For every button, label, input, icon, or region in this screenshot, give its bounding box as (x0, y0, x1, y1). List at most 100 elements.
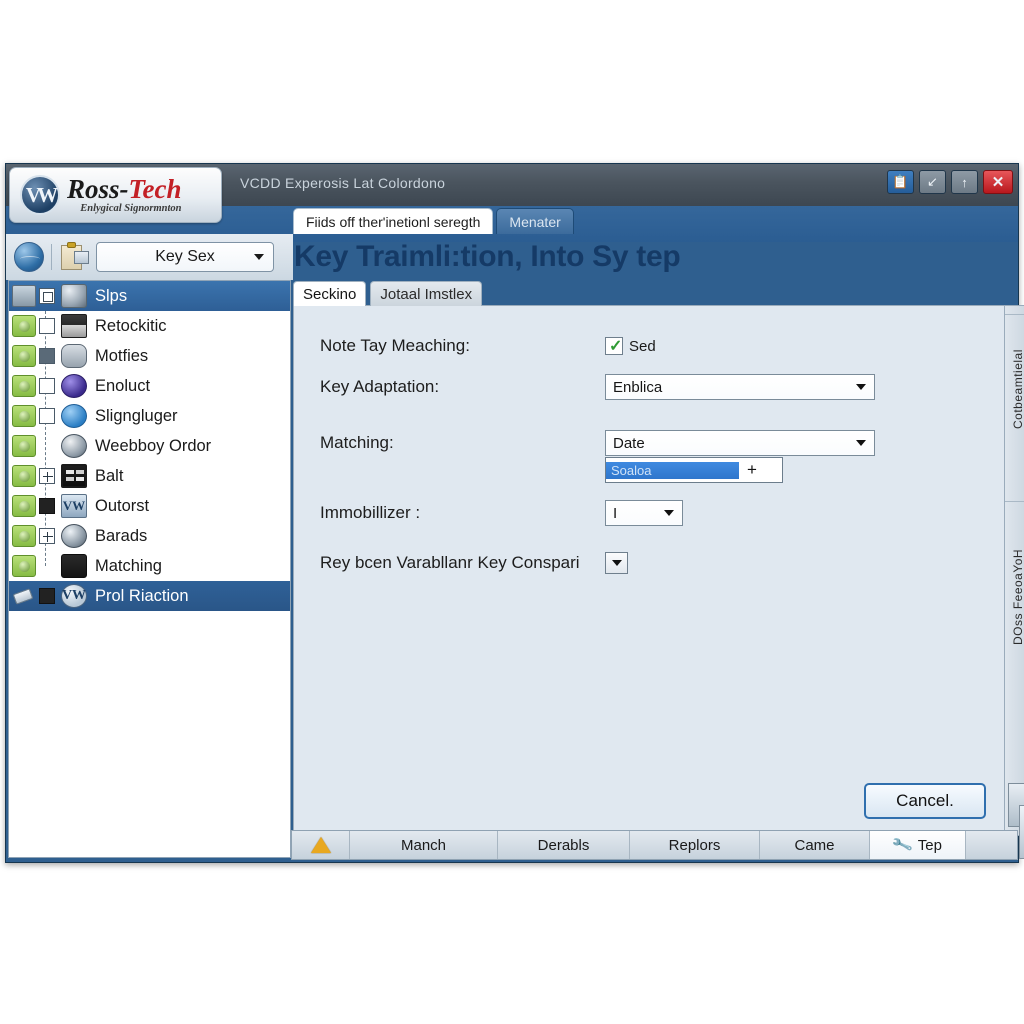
status-tab-manch[interactable]: Manch (350, 831, 498, 859)
tree-item-sligngluger[interactable]: Sligngluger (9, 401, 290, 431)
title-bar: VW Ross-Tech Enlygical Signormnton VCDD … (6, 164, 1018, 223)
tree-item-retockitic[interactable]: Retockitic (9, 311, 290, 341)
ross-tech-logo: VW Ross-Tech Enlygical Signormnton (9, 167, 222, 223)
tree-expander[interactable] (39, 588, 55, 604)
immobillizer-value: I (613, 504, 618, 522)
tree-item-label: Barads (95, 526, 148, 545)
info-icon (61, 404, 87, 428)
status-tab-tep[interactable]: 🔧 Tep (870, 831, 966, 859)
status-tab-replors[interactable]: Replors (630, 831, 760, 859)
label-key-conspari: Rey bcen Varabllanr Key Conspari (320, 553, 580, 572)
tree-item-label: Balt (95, 466, 124, 485)
gear-icon (61, 434, 87, 458)
chevron-down-icon (856, 384, 866, 390)
tree-item-enoluct[interactable]: Enoluct (9, 371, 290, 401)
tree-expander[interactable] (39, 378, 55, 394)
checkbox-sed[interactable]: ✓ Sed (605, 337, 656, 355)
toolbar: Key Sex (6, 234, 293, 280)
label-key-adaptation: Key Adaptation: (320, 377, 440, 396)
tree-expander[interactable] (39, 498, 55, 514)
cancel-button[interactable]: Cancel. (864, 783, 986, 819)
printer-status-icon[interactable] (1019, 805, 1024, 859)
label-immobillizer: Immobillizer : (320, 503, 421, 522)
brand-name-right: Tech (128, 173, 182, 204)
tree-item-label: Retockitic (95, 316, 167, 335)
status-green-icon (12, 375, 36, 397)
brand-tagline: Enlygical Signormnton (80, 202, 182, 214)
label-matching: Matching: (320, 433, 394, 452)
brand-text: Ross-Tech Enlygical Signormnton (67, 173, 182, 215)
engine-icon (61, 284, 87, 308)
status-green-icon (12, 525, 36, 547)
tree-root-node[interactable]: Slps (9, 281, 290, 311)
tree-expander[interactable] (39, 318, 55, 334)
window-controls: 📋 ↙ ↑ ✕ (887, 170, 1013, 194)
minimize-window-button[interactable]: ↙ (919, 170, 946, 194)
restore-window-button[interactable]: ↑ (951, 170, 978, 194)
tree-item-label: Enoluct (95, 376, 151, 395)
tree-expander[interactable] (39, 408, 55, 424)
label-note-tay-meaching: Note Tay Meaching: (320, 336, 470, 355)
status-tab-came[interactable]: Came (760, 831, 870, 859)
close-window-button[interactable]: ✕ (983, 170, 1013, 194)
vw-icon: VW (61, 494, 87, 518)
tree-item-motfies[interactable]: Motfies (9, 341, 290, 371)
content-area: Key Traimli:tion, Into Sy tep Seckino Jo… (291, 240, 1024, 858)
globe-icon[interactable] (14, 242, 44, 272)
tree-expander-plus[interactable] (39, 468, 55, 484)
key-conspari-dropdown-button[interactable] (605, 552, 628, 574)
clipboard-window-button[interactable]: 📋 (887, 170, 914, 194)
toolbar-divider (51, 244, 52, 270)
matching-select[interactable]: Date (605, 430, 875, 456)
vw-icon: VW (61, 584, 87, 608)
chevron-down-icon (254, 254, 264, 260)
bulb-icon (61, 374, 87, 398)
module-select[interactable]: Key Sex (96, 242, 274, 272)
status-green-icon (12, 345, 36, 367)
tree-item-weebboy-ordor[interactable]: Weebboy Ordor (9, 431, 290, 461)
tree-item-outorst[interactable]: VW Outorst (9, 491, 290, 521)
form-row-note-tay-meaching: Note Tay Meaching: ✓ Sed (320, 336, 656, 356)
tree-expander-root[interactable] (39, 288, 55, 304)
tree-item-matching[interactable]: Matching (9, 551, 290, 581)
checkbox-box[interactable]: ✓ (605, 337, 623, 355)
tree-item-balt[interactable]: Balt (9, 461, 290, 491)
dropdown-option-selected[interactable]: Soaloa (606, 461, 739, 479)
tree-item-barads[interactable]: Barads (9, 521, 290, 551)
vertical-tab-dos-feeoayoh[interactable]: DOss FeeoaYoH (1005, 501, 1024, 691)
module-select-value: Key Sex (155, 248, 215, 265)
key-adaptation-value: Enblica (613, 378, 663, 396)
status-green-icon (12, 555, 36, 577)
top-tab-primary[interactable]: Fiids off ther'inetionl seregth (293, 208, 494, 234)
tree-expander[interactable] (39, 348, 55, 364)
vertical-tab-cotbeamtielal[interactable]: Cotbeamtielal (1005, 314, 1024, 464)
module-tree-panel[interactable]: Slps Retockitic Motfies Enoluct Slignglu… (8, 280, 291, 858)
warning-triangle-icon[interactable] (292, 831, 350, 859)
tree-item-label: Motfies (95, 346, 149, 365)
clipboard-clip (67, 242, 76, 248)
matching-value: Date (613, 434, 645, 452)
top-tab-menater[interactable]: Menater (496, 208, 574, 234)
tree-expander-plus[interactable] (39, 528, 55, 544)
matching-dropdown-list[interactable]: Soaloa + (605, 457, 783, 483)
window-title: VCDD Experosis Lat Colordono (240, 175, 446, 191)
clipboard-icon[interactable] (59, 242, 90, 272)
checkbox-label: Sed (629, 337, 656, 355)
immobillizer-select[interactable]: I (605, 500, 683, 526)
key-adaptation-select[interactable]: Enblica (605, 374, 875, 400)
tree-item-label: Prol Riaction (95, 586, 189, 605)
tree-expander (39, 558, 55, 574)
status-tab-derabls[interactable]: Derabls (498, 831, 630, 859)
add-icon[interactable]: + (747, 460, 757, 480)
tab-seckino[interactable]: Seckino (293, 281, 367, 306)
tab-jotaal-imstlex[interactable]: Jotaal Imstlex (370, 281, 483, 306)
snowflake-icon (61, 524, 87, 548)
status-green-icon (12, 315, 36, 337)
tree-item-label: Matching (95, 556, 162, 575)
chevron-down-icon (611, 560, 622, 566)
probe-icon (61, 344, 87, 368)
form-row-immobillizer: Immobillizer : I (320, 500, 683, 526)
top-tab-strip: Fiids off ther'inetionl seregth Menater (293, 208, 574, 234)
tree-item-prol-riaction[interactable]: VW Prol Riaction (9, 581, 290, 611)
form-row-matching: Matching: Date (320, 430, 875, 456)
